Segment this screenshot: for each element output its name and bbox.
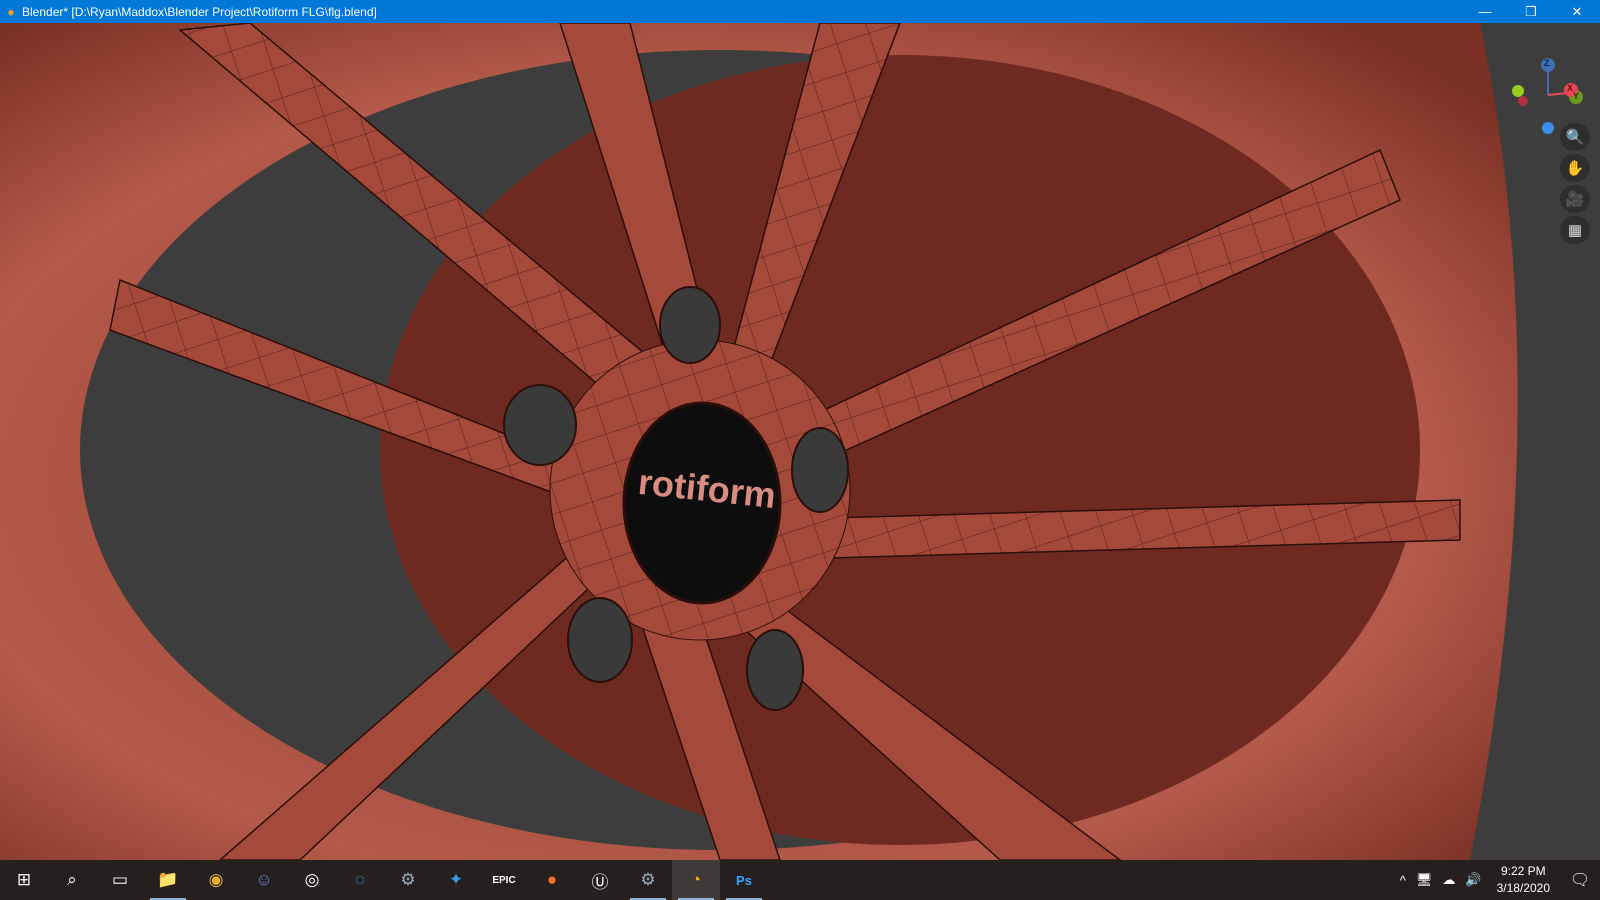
epic-games-icon[interactable]: EPIC [480,860,528,900]
steam-icon[interactable]: ⚙ [384,860,432,900]
search-icon[interactable]: ⌕ [48,860,96,900]
3d-viewport[interactable]: rotiform Z X Y 🔍 ✋ 🎥 ▦ [0,23,1600,860]
pan-view-icon[interactable]: ✋ [1560,154,1590,182]
battle-net-icon[interactable]: ✦ [432,860,480,900]
window-title: Blender* [D:\Ryan\Maddox\Blender Project… [22,4,377,19]
network-icon[interactable]: 🖥 [1411,872,1438,888]
close-button[interactable]: ✕ [1554,0,1600,23]
chrome-icon[interactable]: ◉ [192,860,240,900]
steam-running-icon[interactable]: ⚙ [624,860,672,900]
restore-button[interactable]: ❐ [1508,0,1554,23]
minimize-button[interactable]: — [1462,0,1508,23]
title-bar: ● Blender* [D:\Ryan\Maddox\Blender Proje… [0,0,1600,23]
tray-chevron-icon[interactable]: ^ [1395,873,1411,888]
clock-date: 3/18/2020 [1496,881,1550,895]
blender-logo-icon: ● [7,4,15,19]
zoom-view-icon[interactable]: 🔍 [1560,123,1590,151]
clock-time: 9:22 PM [1500,864,1546,878]
task-view-icon[interactable]: ▭ [96,860,144,900]
origin-icon[interactable]: ● [528,860,576,900]
volume-icon[interactable]: 🔊 [1460,872,1486,888]
clock[interactable]: 9:22 PM 3/18/2020 [1487,863,1560,897]
unreal-engine-icon[interactable]: Ⓤ [576,860,624,900]
system-tray: ^ 🖥 ☁ 🔊 9:22 PM 3/18/2020 🗨 [1395,860,1600,900]
discord-icon[interactable]: ☺ [240,860,288,900]
start-button[interactable]: ⊞ [0,860,48,900]
wheel-mesh [0,23,1600,860]
notifications-icon[interactable]: 🗨 [1560,870,1600,890]
uplay-icon[interactable]: ◌ [336,860,384,900]
onedrive-icon[interactable]: ☁ [1437,872,1460,888]
obs-icon[interactable]: ◎ [288,860,336,900]
gizmo-y-axis[interactable]: Y [1573,91,1579,101]
gizmo-z-axis[interactable]: Z [1544,58,1550,68]
blender-icon[interactable]: ◔ [672,860,720,900]
camera-view-icon[interactable]: 🎥 [1560,185,1590,213]
file-explorer-icon[interactable]: 📁 [144,860,192,900]
photoshop-icon[interactable]: Ps [720,860,768,900]
taskbar: ⊞ ⌕ ▭ 📁 ◉ ☺ ◎ ◌ ⚙ ✦ EPIC ● Ⓤ ⚙ ◔ Ps ^ 🖥 … [0,860,1600,900]
ortho-grid-icon[interactable]: ▦ [1560,216,1590,244]
